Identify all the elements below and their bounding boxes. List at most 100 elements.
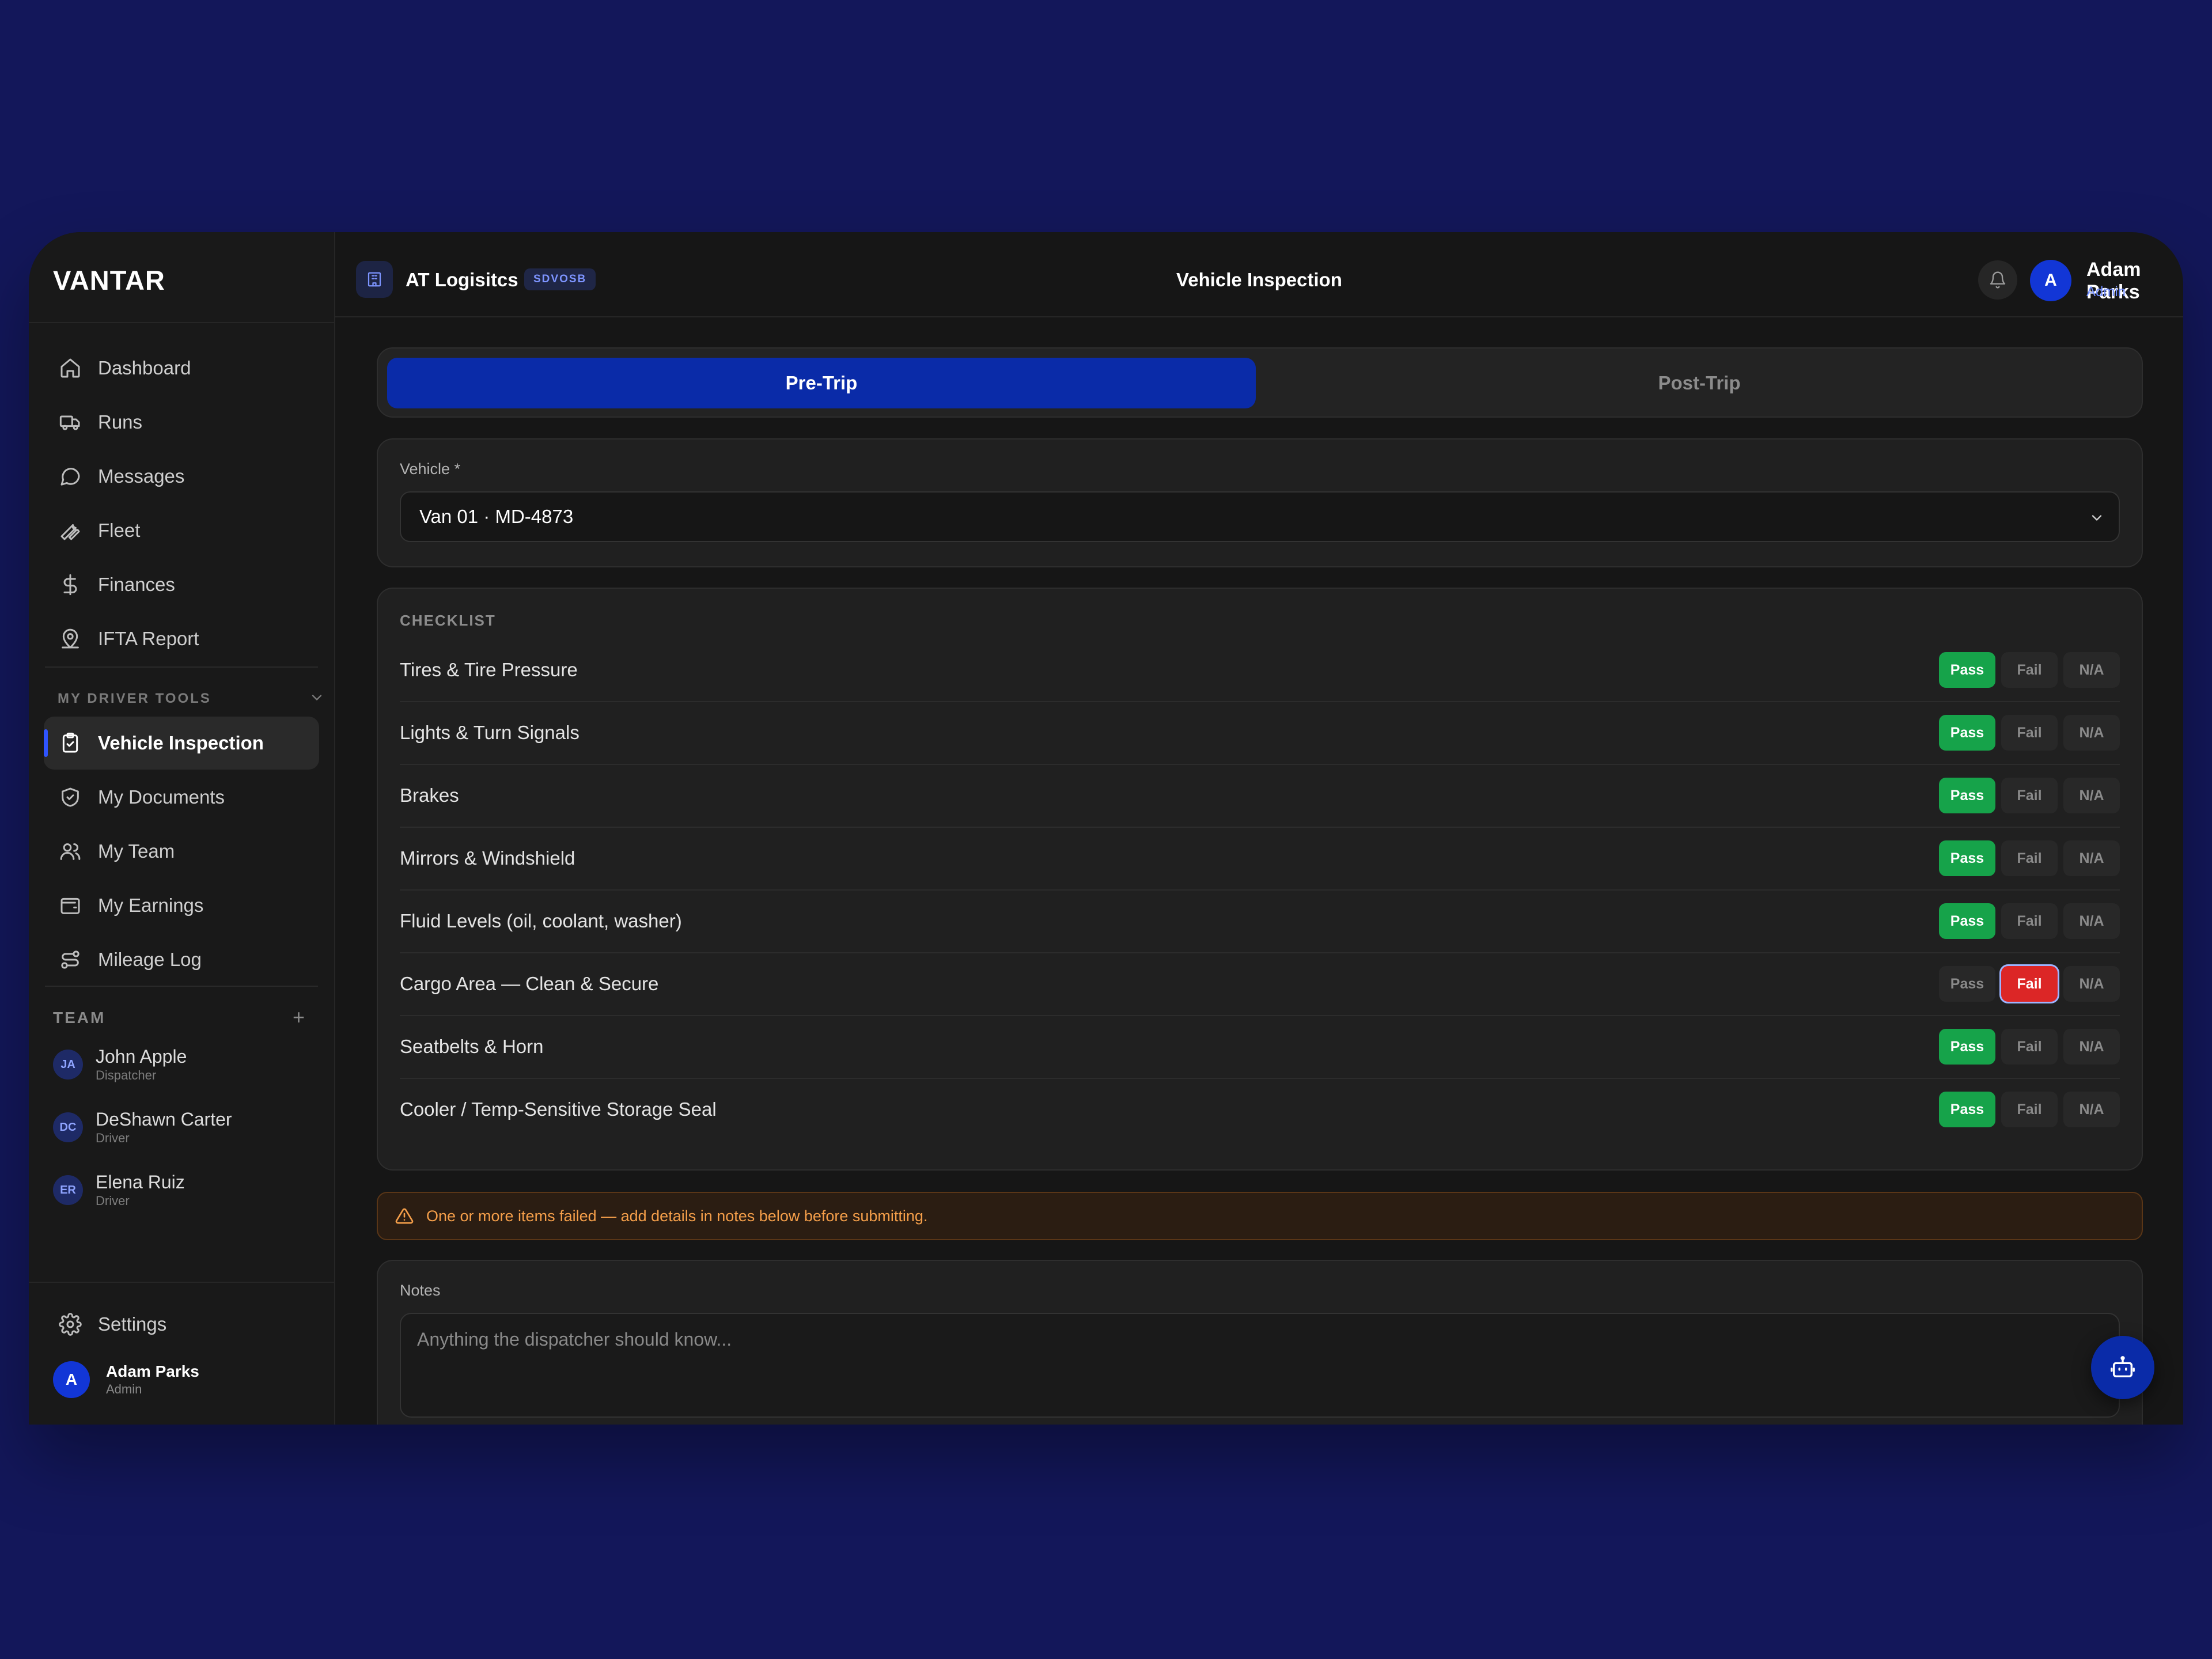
sidebar-item-label: Vehicle Inspection — [98, 732, 264, 753]
sidebar-item-settings[interactable]: Settings — [44, 1298, 319, 1351]
status-toggle: Pass Fail N/A — [1939, 1029, 2120, 1065]
checklist-row: Brakes Pass Fail N/A — [400, 765, 2120, 828]
chevron-down-icon[interactable] — [309, 690, 325, 706]
fail-button[interactable]: Fail — [2001, 966, 2058, 1002]
sidebar-item-vehicle-inspection[interactable]: Vehicle Inspection — [44, 717, 319, 770]
sidebar-item-mileage-log[interactable]: Mileage Log — [44, 933, 319, 986]
na-button[interactable]: N/A — [2063, 1029, 2120, 1065]
team-member[interactable]: DC DeShawn Carter Driver — [53, 1108, 232, 1146]
user-role: Admin — [106, 1382, 142, 1396]
notifications-button[interactable] — [1978, 260, 2017, 300]
na-button[interactable]: N/A — [2063, 778, 2120, 813]
team-member-role: Dispatcher — [96, 1068, 157, 1082]
sidebar-item-messages[interactable]: Messages — [44, 450, 319, 503]
fail-button[interactable]: Fail — [2001, 1092, 2058, 1127]
pass-button[interactable]: Pass — [1939, 1029, 1995, 1065]
na-button[interactable]: N/A — [2063, 903, 2120, 939]
vehicle-select-value: Van 01 · MD-4873 — [419, 506, 574, 527]
pass-button[interactable]: Pass — [1939, 840, 1995, 876]
checklist-card: CHECKLIST Tires & Tire Pressure Pass Fai… — [377, 588, 2143, 1171]
vehicle-card: Vehicle * Van 01 · MD-4873 — [377, 438, 2143, 567]
checklist-item-name: Cooler / Temp-Sensitive Storage Seal — [400, 1099, 717, 1120]
inspection-tabs: Pre-Trip Post-Trip — [377, 347, 2143, 418]
checklist-item-name: Seatbelts & Horn — [400, 1036, 544, 1057]
checklist-row: Cargo Area — Clean & Secure Pass Fail N/… — [400, 953, 2120, 1016]
status-toggle: Pass Fail N/A — [1939, 840, 2120, 876]
route-icon — [61, 950, 79, 969]
warning-icon — [395, 1208, 414, 1224]
fail-button[interactable]: Fail — [2001, 1029, 2058, 1065]
sidebar-item-my-earnings[interactable]: My Earnings — [44, 879, 319, 932]
team-member-role: Driver — [96, 1131, 130, 1145]
dollar-icon — [63, 574, 77, 596]
sidebar-item-my-team[interactable]: My Team — [44, 825, 319, 878]
team-member-role: Driver — [96, 1194, 130, 1208]
pass-button[interactable]: Pass — [1939, 966, 1995, 1002]
checklist-row: Cooler / Temp-Sensitive Storage Seal Pas… — [400, 1079, 2120, 1142]
checklist-row: Seatbelts & Horn Pass Fail N/A — [400, 1016, 2120, 1079]
checklist-row: Tires & Tire Pressure Pass Fail N/A — [400, 639, 2120, 702]
pass-button[interactable]: Pass — [1939, 1092, 1995, 1127]
map-pin-icon — [62, 628, 79, 649]
team-member-name: John Apple — [96, 1046, 187, 1067]
checklist-item-name: Cargo Area — Clean & Secure — [400, 973, 659, 994]
wallet-icon — [60, 897, 80, 914]
checklist-item-name: Fluid Levels (oil, coolant, washer) — [400, 910, 682, 931]
na-button[interactable]: N/A — [2063, 840, 2120, 876]
notes-card: Notes Anything the dispatcher should kno… — [377, 1260, 2143, 1425]
sidebar-item-dashboard[interactable]: Dashboard — [44, 342, 319, 395]
warning-text: One or more items failed — add details i… — [426, 1207, 928, 1225]
sidebar-item-label: Messages — [98, 465, 185, 487]
na-button[interactable]: N/A — [2063, 652, 2120, 688]
sidebar-item-label: My Earnings — [98, 895, 204, 916]
sidebar-item-fleet[interactable]: Fleet — [44, 504, 319, 557]
chevron-down-icon — [2092, 515, 2102, 521]
fail-button[interactable]: Fail — [2001, 903, 2058, 939]
fail-button[interactable]: Fail — [2001, 778, 2058, 813]
checklist-item-name: Brakes — [400, 785, 459, 806]
fail-button[interactable]: Fail — [2001, 840, 2058, 876]
sidebar-item-my-documents[interactable]: My Documents — [44, 771, 319, 824]
sidebar: VANTAR Dashboard Runs Messages Fleet Fin… — [29, 232, 335, 1425]
wrench-icon — [60, 524, 80, 540]
add-team-member-icon[interactable]: + — [293, 1005, 305, 1029]
team-member-name: DeShawn Carter — [96, 1109, 232, 1130]
clipboard-check-icon — [62, 732, 78, 753]
pass-button[interactable]: Pass — [1939, 715, 1995, 751]
vehicle-select[interactable]: Van 01 · MD-4873 — [400, 491, 2120, 542]
pass-button[interactable]: Pass — [1939, 652, 1995, 688]
divider — [29, 1282, 334, 1283]
avatar[interactable]: A — [2030, 260, 2071, 301]
sidebar-item-ifta-report[interactable]: IFTA Report — [44, 612, 319, 665]
bell-icon — [1990, 271, 2006, 289]
pass-button[interactable]: Pass — [1939, 778, 1995, 813]
sidebar-item-finances[interactable]: Finances — [44, 558, 319, 611]
na-button[interactable]: N/A — [2063, 1092, 2120, 1127]
app-window: VANTAR Dashboard Runs Messages Fleet Fin… — [29, 232, 2183, 1425]
status-toggle: Pass Fail N/A — [1939, 966, 2120, 1002]
assistant-bot-button[interactable] — [2091, 1336, 2154, 1399]
tab-pre-trip[interactable]: Pre-Trip — [387, 358, 1256, 408]
na-button[interactable]: N/A — [2063, 715, 2120, 751]
sidebar-user[interactable]: A Adam Parks Admin — [53, 1361, 199, 1398]
status-toggle: Pass Fail N/A — [1939, 1092, 2120, 1127]
checklist-item-name: Mirrors & Windshield — [400, 847, 575, 869]
fail-button[interactable]: Fail — [2001, 715, 2058, 751]
top-bar: AT Logisitcs SDVOSB Vehicle Inspection A… — [335, 232, 2183, 317]
team-member[interactable]: JA John Apple Dispatcher — [53, 1046, 187, 1084]
gear-icon — [59, 1313, 82, 1336]
home-icon — [60, 358, 80, 378]
tab-post-trip[interactable]: Post-Trip — [1265, 358, 2134, 408]
team-member[interactable]: ER Elena Ruiz Driver — [53, 1171, 185, 1209]
status-toggle: Pass Fail N/A — [1939, 715, 2120, 751]
sidebar-item-runs[interactable]: Runs — [44, 396, 319, 449]
na-button[interactable]: N/A — [2063, 966, 2120, 1002]
notes-textarea[interactable]: Anything the dispatcher should know... — [400, 1313, 2120, 1418]
app-logo: VANTAR — [53, 265, 165, 296]
failed-items-warning: One or more items failed — add details i… — [377, 1192, 2143, 1240]
message-icon — [60, 468, 80, 486]
divider — [45, 986, 318, 987]
fail-button[interactable]: Fail — [2001, 652, 2058, 688]
section-label-driver-tools: MY DRIVER TOOLS — [58, 691, 211, 706]
pass-button[interactable]: Pass — [1939, 903, 1995, 939]
